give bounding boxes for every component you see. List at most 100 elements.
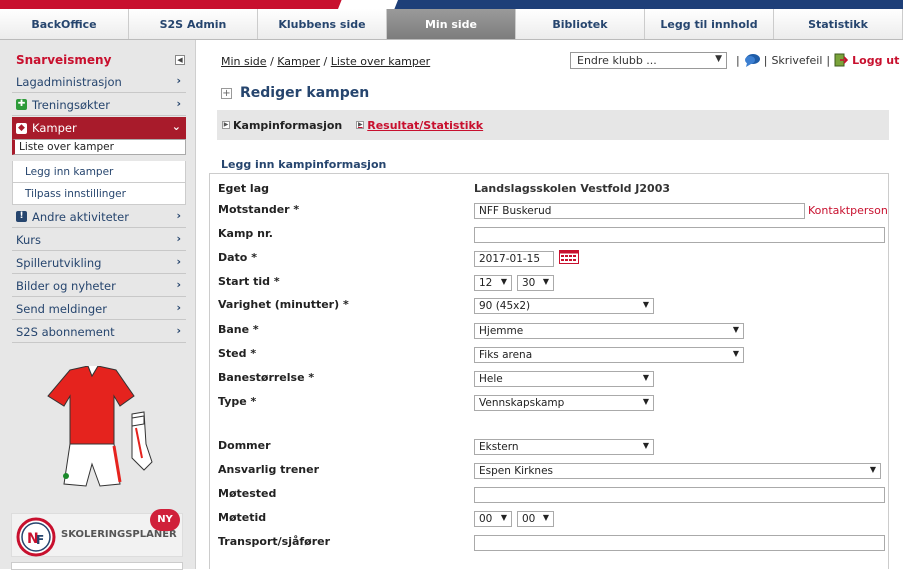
chevron-right-icon: › <box>176 255 181 268</box>
dommer-select[interactable]: Ekstern ▼ <box>474 439 654 455</box>
page-title: + Rediger kampen <box>221 85 369 101</box>
select-value: Ekstern <box>479 441 519 453</box>
chat-icon[interactable] <box>744 53 760 67</box>
sidebar-sub-tilpass-innstillinger[interactable]: Tilpass innstillinger <box>12 183 186 205</box>
tab-statistikk[interactable]: Statistikk <box>774 9 903 39</box>
breadcrumb-liste-over-kamper[interactable]: Liste over kamper <box>331 55 430 68</box>
label-motetid: Møtetid <box>218 511 267 524</box>
dropdown-arrow-icon: ▼ <box>732 325 739 334</box>
tab-resultat-statistikk[interactable]: ▶ Resultat/Statistikk <box>356 119 483 132</box>
section-title: Legg inn kampinformasjon <box>221 158 387 171</box>
bane-select[interactable]: Hjemme ▼ <box>474 323 744 339</box>
label-banestorrelse: Banestørrelse * <box>218 371 315 384</box>
motstander-input[interactable]: NFF Buskerud <box>474 203 805 219</box>
match-form: Eget lag Landslagsskolen Vestfold J2003 … <box>209 173 889 569</box>
sidebar-item-kamper[interactable]: ◆ Kamper ⌄ <box>12 117 186 139</box>
varighet-select[interactable]: 90 (45x2) ▼ <box>474 298 654 314</box>
select-value: Hele <box>479 373 503 385</box>
sidebar-item-kurs[interactable]: Kurs › <box>12 229 186 251</box>
dropdown-arrow-icon: ▼ <box>542 513 549 522</box>
tab-bibliotek[interactable]: Bibliotek <box>516 9 645 39</box>
label-transport: Transport/sjåfører <box>218 535 331 548</box>
label-ansvarlig-trener: Ansvarlig trener <box>218 463 320 476</box>
main-content: Min side / Kamper / Liste over kamper En… <box>208 40 903 569</box>
sidebar-item-andre-aktiviteter[interactable]: ! Andre aktiviteter › <box>12 206 186 228</box>
skrivefeil-link[interactable]: Skrivefeil <box>771 54 822 67</box>
chevron-right-icon: › <box>176 301 181 314</box>
motested-input[interactable] <box>474 487 885 503</box>
collapse-left-icon[interactable]: ◀ <box>175 55 185 65</box>
team-kit-icon <box>47 366 153 487</box>
sidebar-item-label: Spillerutvikling <box>16 255 102 270</box>
label-start-tid: Start tid * <box>218 275 280 288</box>
chevron-right-icon: › <box>176 74 181 87</box>
trener-select[interactable]: Espen Kirknes ▼ <box>474 463 881 479</box>
tab-legg-til-innhold[interactable]: Legg til innhold <box>645 9 774 39</box>
sidebar-item-label: Treningsøkter <box>32 97 110 112</box>
label-motested: Møtested <box>218 487 277 500</box>
type-select[interactable]: Vennskapskamp ▼ <box>474 395 654 411</box>
subtab-label: Kampinformasjon <box>233 118 343 132</box>
sted-select[interactable]: Fiks arena ▼ <box>474 347 744 363</box>
value-eget-lag: Landslagsskolen Vestfold J2003 <box>474 182 671 195</box>
svg-text:F: F <box>36 533 44 547</box>
banestorrelse-select[interactable]: Hele ▼ <box>474 371 654 387</box>
dato-input[interactable]: 2017-01-15 <box>474 251 554 267</box>
sidebar-item-label: Bilder og nyheter <box>16 278 116 293</box>
sidebar-item-send-meldinger[interactable]: Send meldinger › <box>12 298 186 320</box>
nff-logo-icon: N F <box>16 517 56 557</box>
dropdown-arrow-icon: ▼ <box>642 397 649 406</box>
expand-icon[interactable]: + <box>221 87 232 99</box>
tab-kampinformasjon[interactable]: ▶ Kampinformasjon <box>222 119 342 132</box>
skoleringsplaner-banner[interactable]: N F SKOLERINGSPLANER NY <box>11 509 183 557</box>
sidebar-item-treningsokter[interactable]: ✚ Treningsøkter › <box>12 94 186 116</box>
sidebar-item-label: Lagadministrasjon <box>16 74 122 89</box>
select-value: 12 <box>479 277 493 289</box>
kamp-nr-input[interactable] <box>474 227 885 243</box>
kontaktperson-link[interactable]: Kontaktperson <box>808 204 888 217</box>
match-icon: ◆ <box>16 122 27 134</box>
logout-icon[interactable] <box>834 53 849 67</box>
tab-s2s-admin[interactable]: S2S Admin <box>129 9 258 39</box>
sidebar-item-lagadministrasjon[interactable]: Lagadministrasjon › <box>12 71 186 93</box>
dropdown-arrow-icon: ▼ <box>542 277 549 286</box>
sidebar-item-label: Kamper <box>32 121 77 135</box>
dropdown-arrow-icon: ▼ <box>732 349 739 358</box>
training-icon: ✚ <box>16 99 27 110</box>
separator: | <box>826 53 831 67</box>
transport-input[interactable] <box>474 535 885 551</box>
tab-backoffice[interactable]: BackOffice <box>0 9 129 39</box>
breadcrumb-min-side[interactable]: Min side <box>221 55 267 68</box>
select-value: Hjemme <box>479 325 524 337</box>
breadcrumb-separator: / <box>270 55 274 68</box>
exclamation-icon: ! <box>16 211 27 222</box>
logout-link[interactable]: Logg ut <box>852 54 899 67</box>
dropdown-arrow-icon: ▼ <box>500 277 507 286</box>
top-stripe <box>0 0 903 9</box>
select-value: 00 <box>479 513 493 525</box>
page-title-text: Rediger kampen <box>240 85 370 101</box>
tab-min-side[interactable]: Min side <box>387 9 516 39</box>
tab-klubbens-side[interactable]: Klubbens side <box>258 9 387 39</box>
sidebar-item-label: Kurs <box>16 232 41 247</box>
sidebar-item-bilder-og-nyheter[interactable]: Bilder og nyheter › <box>12 275 186 297</box>
dropdown-arrow-icon: ▼ <box>715 54 722 64</box>
top-links: | | Skrivefeil | Logg ut <box>732 53 899 67</box>
dropdown-arrow-icon: ▼ <box>500 513 507 522</box>
breadcrumb: Min side / Kamper / Liste over kamper <box>221 55 430 68</box>
separator: | <box>736 53 740 67</box>
club-select[interactable]: Endre klubb ... ▼ <box>570 52 727 69</box>
chevron-right-icon: › <box>176 209 181 222</box>
sidebar-sub-liste-over-kamper[interactable]: Liste over kamper <box>12 139 186 155</box>
motetid-hour-select[interactable]: 00 ▼ <box>474 511 512 527</box>
breadcrumb-kamper[interactable]: Kamper <box>277 55 320 68</box>
main-nav: BackOffice S2S Admin Klubbens side Min s… <box>0 9 903 40</box>
sidebar-sub-legg-inn-kamper[interactable]: Legg inn kamper <box>12 161 186 183</box>
start-minute-select[interactable]: 30 ▼ <box>517 275 554 291</box>
motetid-minute-select[interactable]: 00 ▼ <box>517 511 554 527</box>
sidebar-item-s2s-abonnement[interactable]: S2S abonnement › <box>12 321 186 343</box>
calendar-icon[interactable] <box>559 250 579 264</box>
start-hour-select[interactable]: 12 ▼ <box>474 275 512 291</box>
sidebar-item-spillerutvikling[interactable]: Spillerutvikling › <box>12 252 186 274</box>
dropdown-arrow-icon: ▼ <box>642 300 649 309</box>
